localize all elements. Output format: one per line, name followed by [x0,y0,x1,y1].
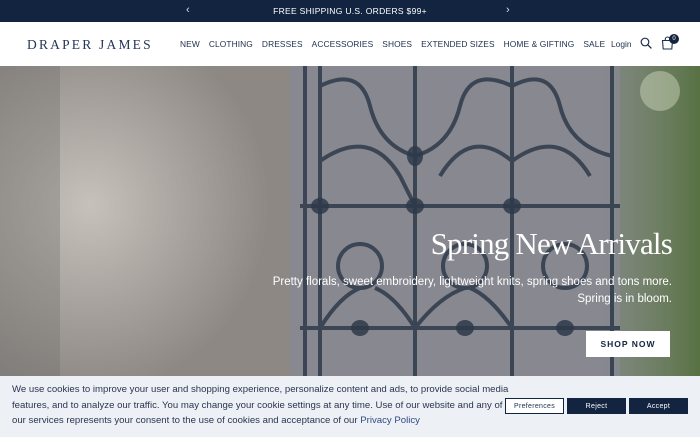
shop-now-button[interactable]: SHOP NOW [586,331,670,357]
brand-logo[interactable]: DRAPER JAMES [27,37,153,53]
nav-item-sale[interactable]: SALE [583,39,605,49]
nav-item-extended-sizes[interactable]: EXTENDED SIZES [421,39,495,49]
hero-subtitle-line-2: Spring is in bloom. [577,293,672,305]
site-header: DRAPER JAMES NEW CLOTHING DRESSES ACCESS… [0,22,700,66]
main-navigation: NEW CLOTHING DRESSES ACCESSORIES SHOES E… [180,39,605,49]
next-announcement-arrow-icon[interactable]: › [506,4,510,16]
hero-subtitle: Pretty florals, sweet embroidery, lightw… [252,274,672,308]
hero-title: Spring New Arrivals [430,226,673,261]
cookie-reject-button[interactable]: Reject [567,398,626,414]
hero-banner: Spring New Arrivals Pretty florals, swee… [0,66,700,376]
announcement-text: FREE SHIPPING U.S. ORDERS $99+ [273,6,427,16]
nav-item-home-gifting[interactable]: HOME & GIFTING [504,39,575,49]
search-icon[interactable] [640,37,652,49]
hero-subtitle-line-1: Pretty florals, sweet embroidery, lightw… [272,276,672,288]
nav-item-dresses[interactable]: DRESSES [262,39,303,49]
nav-item-new[interactable]: NEW [180,39,200,49]
cookie-preferences-button[interactable]: Preferences [505,398,564,414]
cookie-consent-text: We use cookies to improve your user and … [12,382,512,429]
hero-background-image [0,66,700,376]
privacy-policy-link[interactable]: Privacy Policy [360,415,420,426]
login-link[interactable]: Login [611,39,632,49]
nav-item-shoes[interactable]: SHOES [382,39,412,49]
cart-count-badge: 0 [669,34,679,44]
announcement-bar: ‹ FREE SHIPPING U.S. ORDERS $99+ › [0,0,700,22]
nav-item-accessories[interactable]: ACCESSORIES [312,39,374,49]
cookie-consent-message: We use cookies to improve your user and … [12,384,509,426]
nav-item-clothing[interactable]: CLOTHING [209,39,253,49]
cookie-accept-button[interactable]: Accept [629,398,688,414]
